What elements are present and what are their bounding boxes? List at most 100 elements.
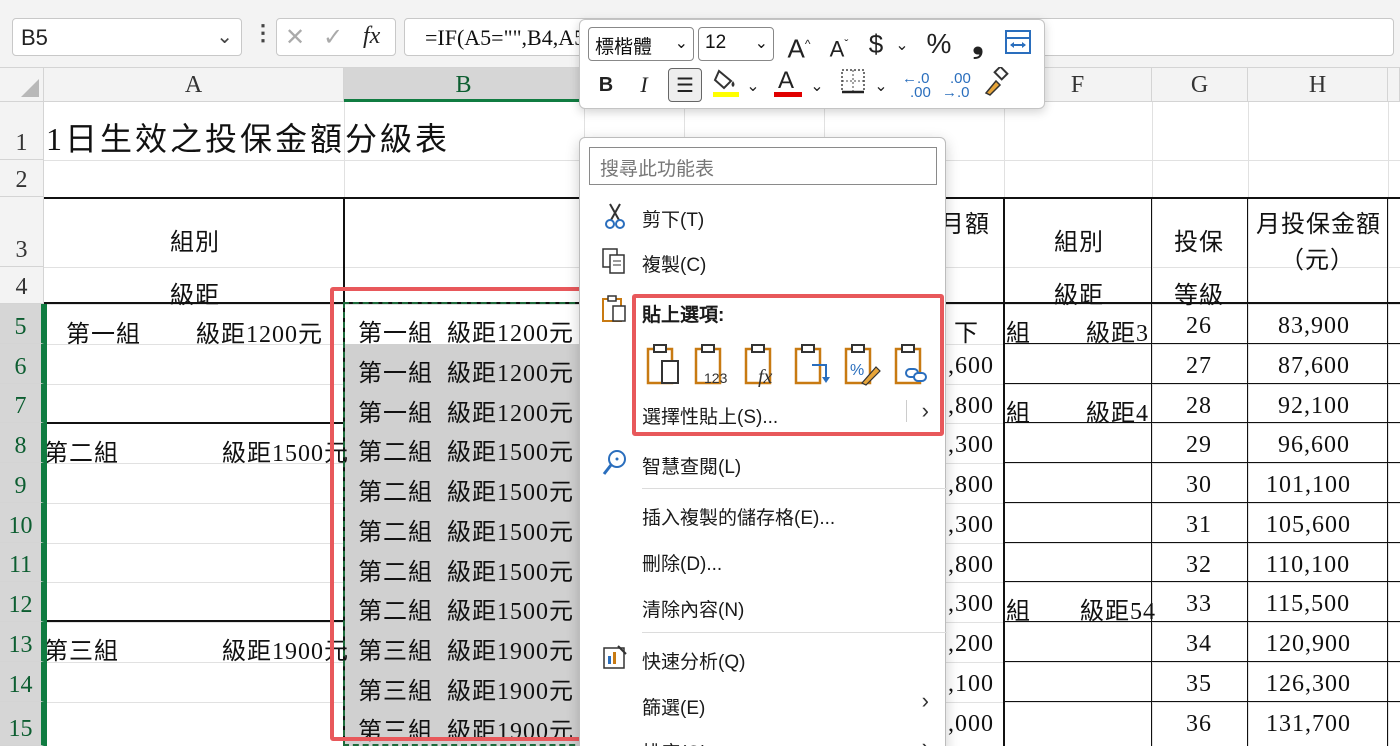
e-cell-11: ,800 xyxy=(948,552,994,578)
menu-item-insert-copied-cells[interactable]: 插入複製的儲存格(E)... xyxy=(642,503,835,530)
g-cell-15: 36 xyxy=(1186,711,1212,737)
menu-item-sort[interactable]: 排序(O) xyxy=(642,738,707,746)
confirm-icon[interactable]: ✓ xyxy=(323,23,343,52)
row-header-6[interactable]: 6 xyxy=(0,344,44,384)
more-vertical-icon[interactable]: ⋮ xyxy=(252,20,274,46)
f-cell-5-b: 級距3 xyxy=(1086,321,1149,347)
sheet-title: 1日生效之投保金額分級表 xyxy=(46,121,451,157)
column-header-b[interactable]: B xyxy=(344,68,584,102)
row-header-8[interactable]: 8 xyxy=(0,423,44,463)
highlight-box-range xyxy=(330,287,592,741)
f-cell-7-a: 組 xyxy=(1006,401,1031,427)
scissors-icon xyxy=(600,201,630,231)
row-header-7[interactable]: 7 xyxy=(0,384,44,423)
h-cell-6: 87,600 xyxy=(1278,353,1350,379)
header-group: 組別 xyxy=(170,230,220,256)
font-name-select[interactable]: 標楷體 ⌄ xyxy=(588,27,694,61)
f-cell-12-a: 組 xyxy=(1006,599,1031,625)
h-cell-13: 120,900 xyxy=(1266,631,1351,657)
comma-style-icon[interactable]: ❟ xyxy=(968,27,988,61)
borders-icon[interactable] xyxy=(838,68,868,102)
smart-lookup-icon xyxy=(600,448,630,478)
chevron-down-icon[interactable]: ⌄ xyxy=(894,29,910,63)
row-header-5[interactable]: 5 xyxy=(0,304,44,344)
row-header-14[interactable]: 14 xyxy=(0,662,44,702)
italic-icon[interactable]: I xyxy=(632,68,656,102)
menu-item-filter[interactable]: 篩選(E) xyxy=(642,693,705,720)
row-header-15[interactable]: 15 xyxy=(0,702,44,746)
bold-icon[interactable]: B xyxy=(594,68,618,102)
cancel-icon[interactable]: ✕ xyxy=(285,23,305,52)
formula-actions: ✕ ✓ fx xyxy=(276,18,396,56)
row-header-11[interactable]: 11 xyxy=(0,543,44,582)
menu-item-smart-lookup[interactable]: 智慧查閱(L) xyxy=(642,452,741,479)
select-all-corner[interactable] xyxy=(0,68,44,102)
menu-item-clear-contents[interactable]: 清除內容(N) xyxy=(642,595,744,622)
font-size-select[interactable]: 12 ⌄ xyxy=(698,27,774,61)
name-box[interactable]: B5 ⌄ xyxy=(12,18,242,56)
h-cell-10: 105,600 xyxy=(1266,512,1351,538)
context-menu: 搜尋此功能表 剪下(T) 複製(C) 貼上選項: 123 fx % 選擇性貼上(… xyxy=(579,137,947,746)
e-cell-8: ,300 xyxy=(948,432,994,458)
column-header-h[interactable]: H xyxy=(1248,68,1388,102)
e-cell-10: ,300 xyxy=(948,512,994,538)
header-h-amount: 月投保金額 xyxy=(1256,212,1381,238)
e-cell-14: ,100 xyxy=(948,671,994,697)
h-cell-11: 110,100 xyxy=(1266,552,1351,578)
menu-item-copy[interactable]: 複製(C) xyxy=(642,250,706,277)
insert-function-icon[interactable]: fx xyxy=(363,23,380,50)
chevron-down-icon[interactable]: ⌄ xyxy=(874,70,888,104)
row-header-2[interactable]: 2 xyxy=(0,160,44,197)
currency-icon[interactable]: $ xyxy=(864,27,888,61)
increase-decimal-icon[interactable]: ←.0.00 xyxy=(902,70,931,101)
g-cell-6: 27 xyxy=(1186,353,1212,379)
row-header-13[interactable]: 13 xyxy=(0,622,44,662)
font-color-icon[interactable]: A xyxy=(772,66,804,100)
chevron-down-icon[interactable]: ⌄ xyxy=(810,70,824,104)
format-painter-icon[interactable] xyxy=(980,65,1014,101)
e-cell-15: ,000 xyxy=(948,711,994,737)
row-header-1[interactable]: 1 xyxy=(0,102,44,160)
g-cell-8: 29 xyxy=(1186,432,1212,458)
f-cell-12-b: 級距54 xyxy=(1080,599,1156,625)
row-header-12[interactable]: 12 xyxy=(0,582,44,622)
column-header-i[interactable] xyxy=(1388,68,1400,102)
e-cell-7: ,800 xyxy=(948,393,994,419)
h-cell-12: 115,500 xyxy=(1266,591,1351,617)
clipboard-icon xyxy=(600,294,630,324)
column-header-a[interactable]: A xyxy=(44,68,344,102)
e-cell-9: ,800 xyxy=(948,472,994,498)
wrap-text-icon[interactable] xyxy=(1002,28,1034,62)
align-center-icon[interactable]: ☰ xyxy=(668,68,702,102)
g-cell-10: 31 xyxy=(1186,512,1212,538)
e-cell-5: 下 xyxy=(954,321,979,347)
chevron-down-icon[interactable]: ⌄ xyxy=(746,70,760,104)
row-header-4[interactable]: 4 xyxy=(0,267,44,304)
a-group-1-name: 第一組 xyxy=(66,322,141,348)
row-header-9[interactable]: 9 xyxy=(0,463,44,503)
decrease-decimal-icon[interactable]: .00 →.0 xyxy=(942,70,971,101)
grow-font-icon[interactable]: A^ xyxy=(784,27,814,64)
menu-search-input[interactable]: 搜尋此功能表 xyxy=(589,147,937,185)
chevron-right-icon[interactable]: › xyxy=(922,688,929,714)
chevron-down-icon[interactable]: ⌄ xyxy=(216,24,233,49)
chevron-right-icon[interactable]: › xyxy=(922,734,929,746)
e-cell-12: ,300 xyxy=(948,591,994,617)
header-g-level: 投保 xyxy=(1174,230,1224,256)
fill-color-icon[interactable] xyxy=(710,67,742,101)
row-header-10[interactable]: 10 xyxy=(0,503,44,543)
percent-icon[interactable]: % xyxy=(924,27,954,61)
mini-toolbar: 標楷體 ⌄ 12 ⌄ A^ Aˇ $ ⌄ % ❟ B I ☰ ⌄ A ⌄ ⌄ ←… xyxy=(579,19,1045,109)
row-header-3[interactable]: 3 xyxy=(0,197,44,267)
a-group-2-name: 第二組 xyxy=(44,441,119,467)
menu-item-quick-analysis[interactable]: 快速分析(Q) xyxy=(642,647,745,674)
h-cell-9: 101,100 xyxy=(1266,472,1351,498)
a-group-3-name: 第三組 xyxy=(44,639,119,665)
e-cell-13: ,200 xyxy=(948,631,994,657)
menu-item-delete[interactable]: 刪除(D)... xyxy=(642,549,722,576)
shrink-font-icon[interactable]: Aˇ xyxy=(824,27,854,61)
g-cell-7: 28 xyxy=(1186,393,1212,419)
column-header-g[interactable]: G xyxy=(1152,68,1248,102)
header-h-unit: （元） xyxy=(1280,248,1355,274)
menu-item-cut[interactable]: 剪下(T) xyxy=(642,205,704,232)
